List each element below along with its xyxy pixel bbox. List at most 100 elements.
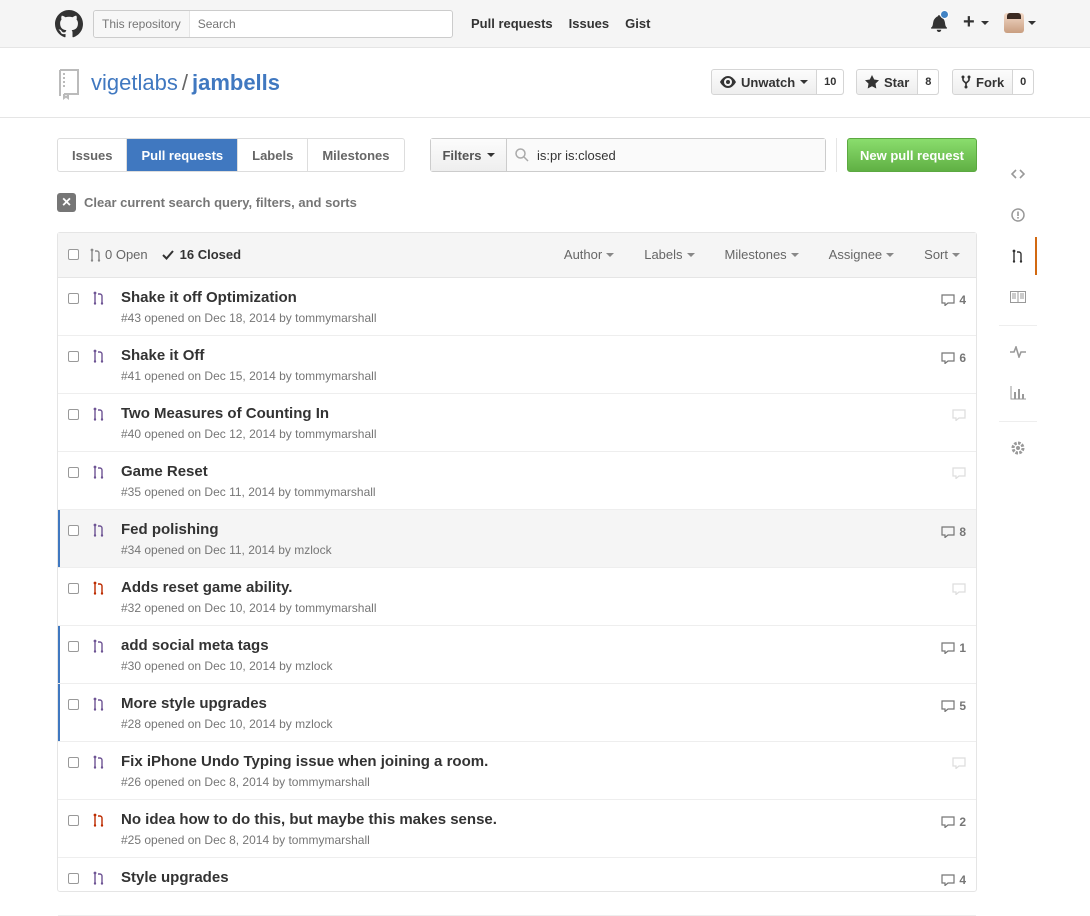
pull-request-title[interactable]: Fix iPhone Undo Typing issue when joinin… xyxy=(121,753,488,770)
pull-request-title[interactable]: add social meta tags xyxy=(121,637,269,654)
side-nav-wiki[interactable] xyxy=(999,278,1037,316)
pull-request-title[interactable]: Style upgrades xyxy=(121,869,229,886)
author-filter[interactable]: Author xyxy=(564,247,615,262)
row-checkbox[interactable] xyxy=(68,351,79,362)
side-nav-pulse[interactable] xyxy=(999,333,1037,371)
side-nav-issues[interactable] xyxy=(999,196,1037,234)
check-icon xyxy=(161,249,174,260)
closed-filter[interactable]: 16 Closed xyxy=(161,247,242,262)
comment-count[interactable]: 8 xyxy=(941,525,966,539)
table-row[interactable]: Shake it off Optimization #43 opened on D… xyxy=(58,278,976,336)
pull-request-title[interactable]: Fed polishing xyxy=(121,521,219,538)
tab-pull-requests[interactable]: Pull requests xyxy=(127,139,239,171)
site-search[interactable]: This repository xyxy=(93,10,453,38)
pull-request-icon xyxy=(93,639,104,653)
new-pull-request-button[interactable]: New pull request xyxy=(847,138,977,172)
pull-request-title[interactable]: Game Reset xyxy=(121,463,208,480)
labels-filter[interactable]: Labels xyxy=(644,247,695,262)
comment-count[interactable]: 6 xyxy=(941,351,966,365)
side-nav-pull-requests[interactable] xyxy=(999,237,1037,275)
row-checkbox[interactable] xyxy=(68,583,79,594)
row-checkbox[interactable] xyxy=(68,641,79,652)
row-checkbox[interactable] xyxy=(68,815,79,826)
star-count[interactable]: 8 xyxy=(917,70,939,94)
comment-count[interactable] xyxy=(952,583,966,595)
repo-separator: / xyxy=(181,70,188,95)
comment-icon xyxy=(952,757,966,769)
row-checkbox[interactable] xyxy=(68,467,79,478)
pull-request-title[interactable]: No idea how to do this, but maybe this m… xyxy=(121,811,497,828)
avatar[interactable] xyxy=(1004,13,1024,33)
comment-icon xyxy=(952,409,966,421)
filter-query-input[interactable] xyxy=(537,147,817,163)
comment-count[interactable]: 4 xyxy=(941,293,966,307)
tab-labels[interactable]: Labels xyxy=(238,139,309,171)
table-row[interactable]: Fed polishing #34 opened on Dec 11, 2014 … xyxy=(58,510,976,568)
comment-count[interactable]: 5 xyxy=(941,699,966,713)
select-all-checkbox[interactable] xyxy=(68,249,79,260)
table-row[interactable]: Two Measures of Counting In #40 opened on… xyxy=(58,394,976,452)
comment-count[interactable] xyxy=(952,757,966,769)
pull-request-meta: #43 opened on Dec 18, 2014 by tommymarsh… xyxy=(121,311,377,325)
comment-count[interactable]: 1 xyxy=(941,641,966,655)
row-checkbox[interactable] xyxy=(68,409,79,420)
side-nav-code[interactable] xyxy=(999,155,1037,193)
unwatch-button[interactable]: Unwatch 10 xyxy=(711,69,845,95)
unwatch-label: Unwatch xyxy=(741,74,796,90)
search-input[interactable] xyxy=(189,11,452,37)
pull-request-icon xyxy=(93,581,104,595)
avatar-caret-icon[interactable] xyxy=(1028,21,1036,25)
pull-request-title[interactable]: Shake it Off xyxy=(121,347,204,364)
pull-request-title[interactable]: Shake it off Optimization xyxy=(121,289,297,306)
row-checkbox[interactable] xyxy=(68,699,79,710)
nav-issues[interactable]: Issues xyxy=(569,16,609,31)
clear-filters-link[interactable]: × Clear current search query, filters, a… xyxy=(57,193,357,212)
comment-count[interactable]: 2 xyxy=(941,815,966,829)
github-logo-icon[interactable] xyxy=(55,10,83,38)
row-checkbox[interactable] xyxy=(68,757,79,768)
side-nav-settings[interactable] xyxy=(999,429,1037,467)
open-count: 0 Open xyxy=(105,247,148,262)
table-row[interactable]: add social meta tags #30 opened on Dec 10… xyxy=(58,626,976,684)
pull-request-meta: #25 opened on Dec 8, 2014 by tommymarsha… xyxy=(121,833,370,847)
create-new-icon[interactable]: + xyxy=(963,12,975,32)
comment-icon xyxy=(941,816,955,828)
repo-name-link[interactable]: jambells xyxy=(192,70,280,95)
repo-owner-link[interactable]: vigetlabs xyxy=(91,70,178,95)
pull-request-title[interactable]: Two Measures of Counting In xyxy=(121,405,329,422)
repo-icon xyxy=(59,69,79,100)
fork-button[interactable]: Fork 0 xyxy=(952,69,1035,95)
comment-count[interactable] xyxy=(952,409,966,421)
table-row[interactable]: More style upgrades #28 opened on Dec 10,… xyxy=(58,684,976,742)
pull-request-title[interactable]: More style upgrades xyxy=(121,695,267,712)
sort-filter[interactable]: Sort xyxy=(924,247,960,262)
row-checkbox[interactable] xyxy=(68,873,79,884)
table-row[interactable]: Adds reset game ability. #32 opened on De… xyxy=(58,568,976,626)
assignee-filter[interactable]: Assignee xyxy=(829,247,895,262)
table-row[interactable]: Shake it Off #41 opened on Dec 15, 2014 b… xyxy=(58,336,976,394)
row-checkbox[interactable] xyxy=(68,525,79,536)
milestones-filter[interactable]: Milestones xyxy=(725,247,799,262)
tab-issues[interactable]: Issues xyxy=(58,139,128,171)
comment-count[interactable]: 4 xyxy=(941,873,966,887)
side-nav-graphs[interactable] xyxy=(999,374,1037,412)
pull-request-list: 0 Open 16 Closed Author Labels Milestone… xyxy=(57,232,977,916)
comment-count[interactable] xyxy=(952,467,966,479)
table-row[interactable]: Style upgrades 4 xyxy=(58,858,976,916)
nav-gist[interactable]: Gist xyxy=(625,16,650,31)
closed-count: 16 Closed xyxy=(179,247,242,262)
chevron-down-icon xyxy=(790,252,799,257)
tab-milestones[interactable]: Milestones xyxy=(308,139,403,171)
nav-pull-requests[interactable]: Pull requests xyxy=(471,16,553,31)
fork-count[interactable]: 0 xyxy=(1012,70,1034,94)
table-row[interactable]: Fix iPhone Undo Typing issue when joinin… xyxy=(58,742,976,800)
row-checkbox[interactable] xyxy=(68,293,79,304)
open-filter[interactable]: 0 Open xyxy=(90,247,148,262)
watch-count[interactable]: 10 xyxy=(816,70,844,94)
table-row[interactable]: No idea how to do this, but maybe this m… xyxy=(58,800,976,858)
filters-dropdown[interactable]: Filters xyxy=(431,139,507,171)
table-row[interactable]: Game Reset #35 opened on Dec 11, 2014 by … xyxy=(58,452,976,510)
star-button[interactable]: Star 8 xyxy=(856,69,940,95)
create-caret-icon[interactable] xyxy=(981,21,989,25)
pull-request-title[interactable]: Adds reset game ability. xyxy=(121,579,292,596)
